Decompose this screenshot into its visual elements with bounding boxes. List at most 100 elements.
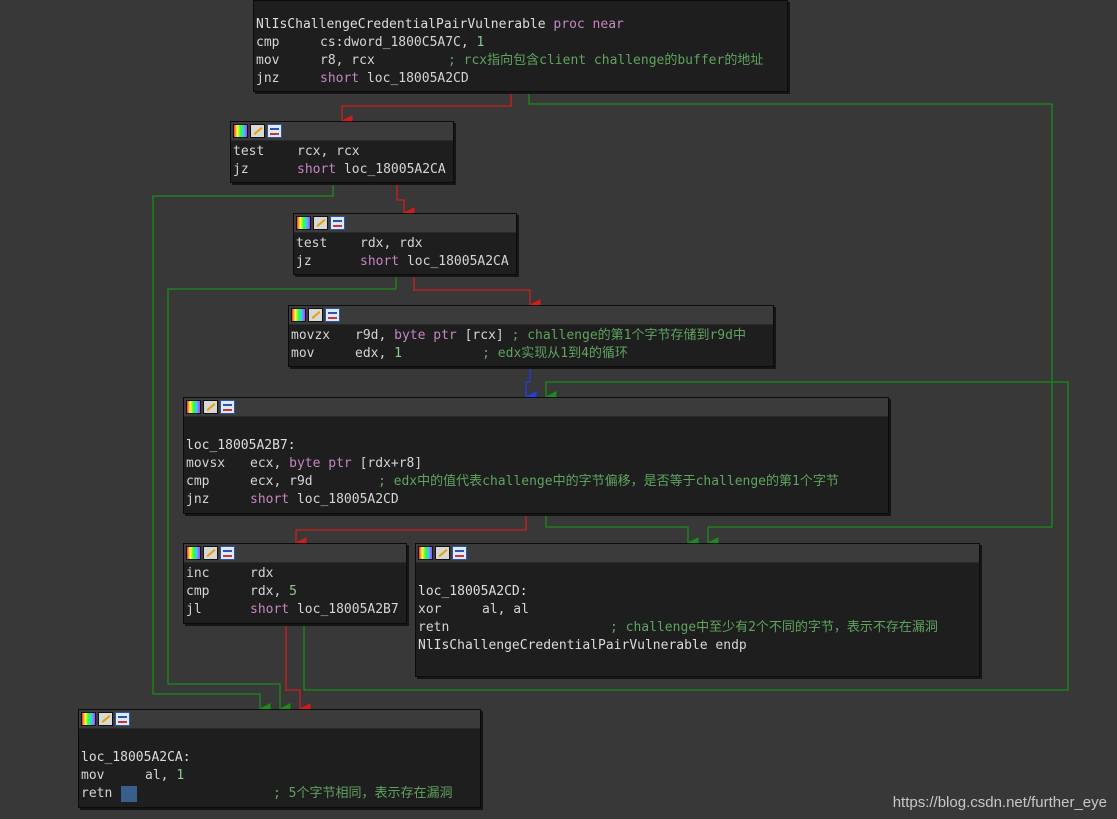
opcode: cmp: [186, 584, 210, 599]
block-header: [184, 398, 888, 417]
keyword: short: [250, 602, 290, 617]
proc-name: NlIsChallengeCredentialPairVulnerable: [418, 638, 708, 653]
keyword: short: [320, 71, 360, 86]
keyword: short: [360, 254, 400, 269]
edge-b0-b1: [340, 91, 512, 127]
edge-b1-b2: [396, 181, 415, 219]
color-palette-icon[interactable]: [233, 124, 248, 138]
edit-icon[interactable]: [203, 400, 218, 414]
comment: ; challenge中至少有2个不同的字节，表示不存在漏洞: [610, 620, 938, 635]
comment: ; 5个字节相同，表示存在漏洞: [273, 786, 453, 801]
edit-icon[interactable]: [313, 216, 328, 230]
opcode: jnz: [186, 492, 210, 507]
block-increment[interactable]: inc rdx cmp rdx, 5 jl short loc_18005A2B7: [183, 543, 407, 624]
operand: [rdx+r8]: [351, 456, 423, 471]
proc-name: NlIsChallengeCredentialPairVulnerable: [256, 17, 546, 32]
graph-overview-icon[interactable]: [115, 712, 130, 726]
opcode: mov: [256, 53, 280, 68]
opcode: jz: [296, 254, 312, 269]
block-label: loc_18005A2B7:: [186, 438, 296, 453]
block-not-vulnerable[interactable]: loc_18005A2CD: xor al, al retn ; challenge…: [415, 543, 980, 677]
opcode: test: [296, 236, 328, 251]
keyword: byte ptr: [289, 456, 352, 471]
opcode: retn: [418, 620, 450, 635]
opcode: jz: [233, 162, 249, 177]
block-test-rdx[interactable]: test rdx, rdx jz short loc_18005A2CA: [293, 213, 517, 275]
edge-b2-b3: [413, 273, 541, 311]
operand: rdx,: [250, 584, 290, 599]
opcode: cmp: [256, 35, 280, 50]
operand: rdx: [250, 566, 274, 581]
graph-overview-icon[interactable]: [220, 546, 235, 560]
edit-icon[interactable]: [203, 546, 218, 560]
color-palette-icon[interactable]: [291, 308, 306, 322]
proc-keyword: proc near: [553, 17, 624, 32]
text-cursor-selection: [121, 785, 137, 802]
block-header: [416, 544, 979, 563]
keyword: byte ptr: [394, 328, 457, 343]
jump-target[interactable]: loc_18005A2CA: [407, 254, 509, 269]
operand: [rcx]: [456, 328, 504, 343]
edge-b3-b4: [524, 366, 537, 403]
color-palette-icon[interactable]: [186, 546, 201, 560]
edge-b4-b5: [294, 513, 527, 549]
watermark: https://blog.csdn.net/further_eye: [892, 794, 1107, 811]
immediate-value: 1: [176, 768, 185, 783]
edit-icon[interactable]: [250, 124, 265, 138]
opcode: movsx: [186, 456, 226, 471]
comment: ; challenge的第1个字节存储到r9d中: [511, 328, 746, 343]
immediate-value: 1: [476, 35, 485, 50]
jump-target[interactable]: loc_18005A2CA: [344, 162, 446, 177]
block-test-rcx[interactable]: test rcx, rcx jz short loc_18005A2CA: [230, 121, 454, 183]
block-loop-compare[interactable]: loc_18005A2B7: movsx ecx, byte ptr [rdx+r…: [183, 397, 889, 514]
block-header: [294, 214, 516, 233]
graph-overview-icon[interactable]: [220, 400, 235, 414]
block-load-first-byte[interactable]: movzx r9d, byte ptr [rcx] ; challenge的第1个…: [288, 305, 774, 367]
block-proc-entry[interactable]: NlIsChallengeCredentialPairVulnerable pr…: [253, 0, 788, 92]
edit-icon[interactable]: [308, 308, 323, 322]
operand: cs:dword_1800C5A7C,: [320, 35, 477, 50]
color-palette-icon[interactable]: [81, 712, 96, 726]
comment: ; edx实现从1到4的循环: [482, 346, 628, 361]
operand: al, al: [482, 602, 529, 617]
opcode: movzx: [291, 328, 331, 343]
operand: al,: [145, 768, 177, 783]
keyword: short: [250, 492, 290, 507]
edge-b4-b6: [545, 513, 699, 549]
endp-keyword: endp: [715, 638, 747, 653]
edge-b5-b7: [285, 623, 311, 715]
graph-overview-icon[interactable]: [267, 124, 282, 138]
operand: edx,: [355, 346, 395, 361]
operand: r8, rcx: [320, 53, 375, 68]
block-header: [79, 710, 480, 729]
block-vulnerable[interactable]: loc_18005A2CA: mov al, 1 retn ; 5个字节相同，表示存…: [78, 709, 481, 808]
opcode: retn: [81, 786, 113, 801]
opcode: cmp: [186, 474, 210, 489]
operand: rcx, rcx: [297, 144, 360, 159]
operand: r9d,: [355, 328, 395, 343]
graph-overview-icon[interactable]: [330, 216, 345, 230]
jump-target[interactable]: loc_18005A2CD: [367, 71, 469, 86]
immediate-value: 1: [394, 346, 402, 361]
edit-icon[interactable]: [435, 546, 450, 560]
block-header: [289, 306, 773, 325]
comment: ; rcx指向包含client challenge的buffer的地址: [448, 53, 764, 68]
opcode: inc: [186, 566, 210, 581]
color-palette-icon[interactable]: [296, 216, 311, 230]
opcode: jl: [186, 602, 202, 617]
keyword: short: [297, 162, 337, 177]
block-label: loc_18005A2CD:: [418, 584, 528, 599]
jump-target[interactable]: loc_18005A2B7: [297, 602, 399, 617]
jump-target[interactable]: loc_18005A2CD: [297, 492, 399, 507]
color-palette-icon[interactable]: [186, 400, 201, 414]
graph-overview-icon[interactable]: [452, 546, 467, 560]
opcode: test: [233, 144, 265, 159]
block-header: [184, 544, 406, 563]
comment: ; edx中的值代表challenge中的字节偏移，是否等于challenge的…: [378, 474, 839, 489]
opcode: mov: [81, 768, 105, 783]
color-palette-icon[interactable]: [418, 546, 433, 560]
graph-overview-icon[interactable]: [325, 308, 340, 322]
opcode: mov: [291, 346, 315, 361]
opcode: xor: [418, 602, 442, 617]
edit-icon[interactable]: [98, 712, 113, 726]
